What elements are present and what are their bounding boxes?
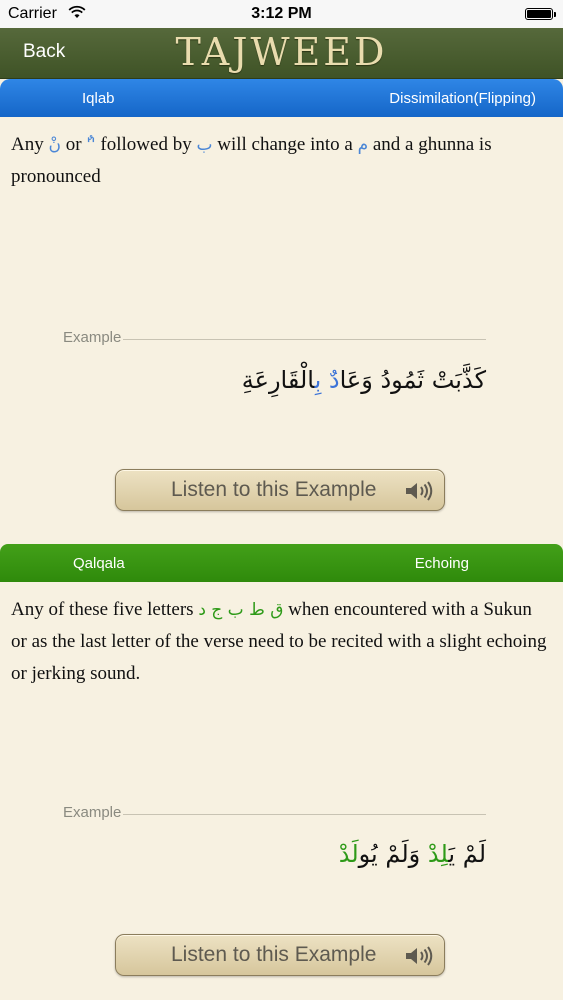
arabic-example: كَذَّبَتْ ثَمُودُ وَعَادٌ بِالْقَارِعَةِ <box>242 366 486 394</box>
desc-text: Any of these five letters <box>11 599 199 620</box>
section-header-iqlab: Iqlab Dissimilation(Flipping) <box>0 79 563 117</box>
rule-description: Any نْ or 'ٌ' followed by ب will change … <box>11 129 551 193</box>
arabic-example: لَمْ يَلِدْ وَلَمْ يُولَدْ <box>339 840 486 868</box>
example-label: Example <box>63 804 122 821</box>
desc-arabic: ق ط ب ج د <box>198 600 284 620</box>
status-bar: Carrier 3:12 PM <box>0 0 563 28</box>
example-divider: Example <box>63 804 486 824</box>
desc-text: or <box>60 134 87 155</box>
example-text: الْقَارِعَةِ <box>241 366 315 394</box>
listen-button-label: Listen to this Example <box>171 943 377 966</box>
rule-translation: Echoing <box>414 555 469 572</box>
battery-icon <box>525 8 556 20</box>
listen-example-button[interactable]: Listen to this Example <box>115 469 445 511</box>
app-title: TAJWEED <box>175 30 388 74</box>
example-text: لَمْ يَ <box>448 840 486 868</box>
desc-arabic: م <box>357 135 369 155</box>
speaker-icon <box>406 946 433 966</box>
desc-arabic: ب <box>196 135 213 155</box>
divider-line <box>123 814 486 815</box>
desc-text: will change into a <box>212 134 358 155</box>
navigation-bar: Back TAJWEED <box>0 28 563 79</box>
rule-name: Iqlab <box>82 90 115 107</box>
desc-text: followed by <box>95 134 197 155</box>
example-highlight: لِدْ <box>427 840 449 868</box>
example-text: وَلَمْ يُو <box>358 840 428 868</box>
rule-translation: Dissimilation(Flipping) <box>389 90 536 107</box>
listen-example-button[interactable]: Listen to this Example <box>115 934 445 976</box>
desc-arabic: نْ <box>48 135 61 155</box>
rule-description: Any of these five letters ق ط ب ج د when… <box>11 594 551 690</box>
desc-arabic: 'ٌ' <box>86 135 96 155</box>
divider-line <box>123 339 486 340</box>
clock: 3:12 PM <box>251 5 312 22</box>
example-highlight: لَدْ <box>338 840 359 868</box>
desc-text: Any <box>11 134 49 155</box>
example-label: Example <box>63 329 122 346</box>
rule-name: Qalqala <box>73 555 125 572</box>
example-highlight: دٌ بِ <box>314 366 340 394</box>
listen-button-label: Listen to this Example <box>171 478 377 501</box>
example-divider: Example <box>63 329 486 349</box>
section-header-qalqala: Qalqala Echoing <box>0 544 563 582</box>
speaker-icon <box>406 481 433 501</box>
example-text: كَذَّبَتْ ثَمُودُ وَعَا <box>339 366 486 394</box>
